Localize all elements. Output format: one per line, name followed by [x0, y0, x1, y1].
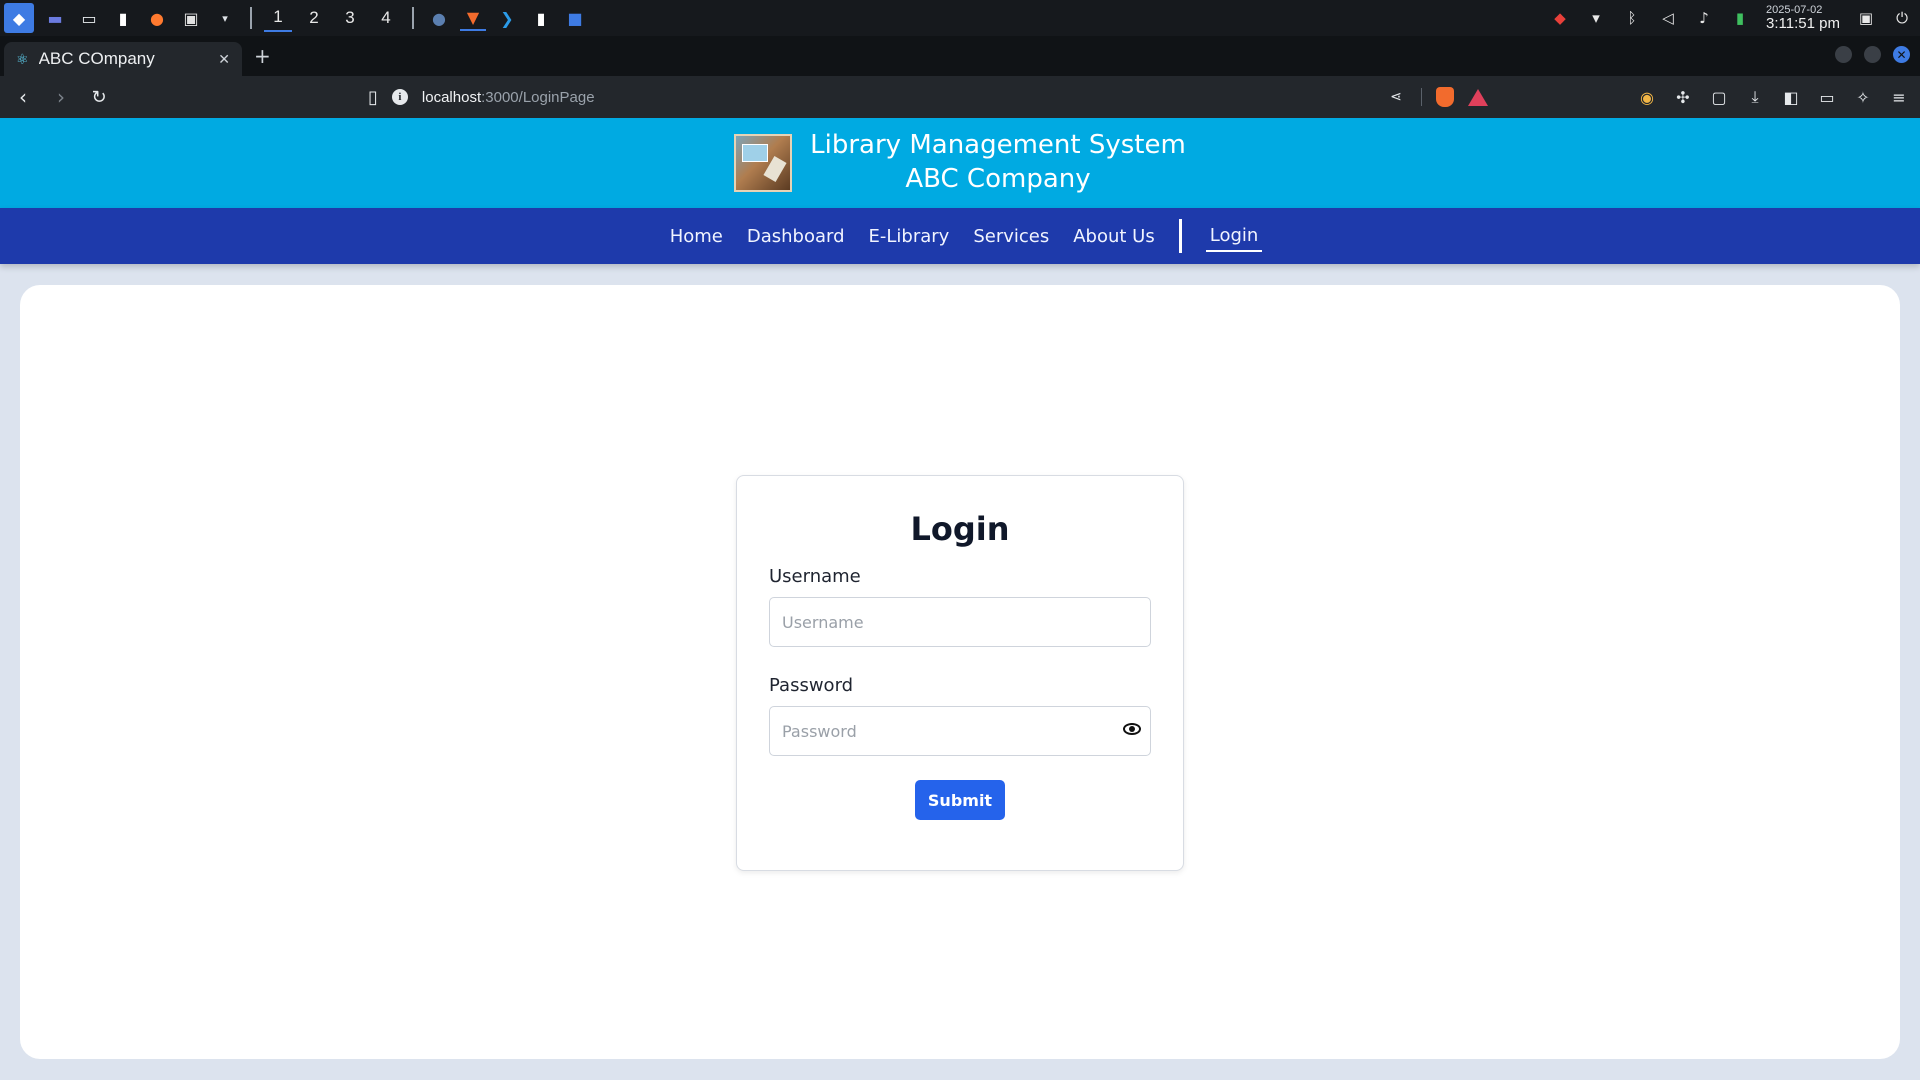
pdf-viewer-icon[interactable]: ▮ [528, 5, 554, 31]
vscode-icon[interactable]: ❯ [494, 5, 520, 31]
download-icon[interactable]: ⤓ [1744, 86, 1766, 108]
nav-e-library[interactable]: E-Library [857, 218, 962, 254]
workspace-1[interactable]: 1 [264, 4, 292, 32]
lock-icon[interactable]: ▣ [1856, 8, 1876, 28]
site-titles: Library Management System ABC Company [810, 129, 1186, 197]
firefox-icon[interactable]: ● [144, 5, 170, 31]
site-nav: Home Dashboard E-Library Services About … [0, 208, 1920, 264]
clock-time: 3:11:51 pm [1766, 14, 1840, 32]
panel-separator [250, 7, 252, 29]
document-viewer-icon[interactable]: ▮ [110, 5, 136, 31]
extension-icon[interactable]: ◉ [1636, 86, 1658, 108]
nav-about-us[interactable]: About Us [1061, 218, 1167, 254]
power-icon[interactable]: ⏻ [1892, 8, 1912, 28]
site-header: Library Management System ABC Company [0, 118, 1920, 208]
workspace-2[interactable]: 2 [300, 4, 328, 32]
app-circle-icon[interactable]: ● [426, 5, 452, 31]
main-content-card: Login Username Password Submit [20, 285, 1900, 1059]
brave-browser-icon[interactable]: ▼ [460, 5, 486, 31]
bookmark-icon[interactable]: ▯ [368, 87, 378, 108]
puzzle-icon[interactable]: ✣ [1672, 86, 1694, 108]
close-window-button[interactable]: ✕ [1893, 46, 1910, 63]
eye-icon[interactable] [1123, 723, 1141, 735]
browser-toolbar: ‹ › ↻ ▯ i localhost:3000/LoginPage ⋖ ◉ ✣… [0, 76, 1920, 118]
battery-icon[interactable]: ▮ [1730, 8, 1750, 28]
sidebar-icon[interactable]: ◧ [1780, 86, 1802, 108]
login-form: Login Username Password Submit [736, 475, 1184, 871]
site-subtitle: ABC Company [905, 164, 1091, 194]
files-icon[interactable]: ▭ [76, 5, 102, 31]
username-label: Username [769, 566, 861, 587]
address-bar-actions: ⋖ [1385, 82, 1488, 112]
volume-muted-icon[interactable]: ◁ [1658, 8, 1678, 28]
menu-icon[interactable]: ≡ [1888, 86, 1910, 108]
tab-title: ABC COmpany [38, 49, 155, 68]
minimize-button[interactable] [1835, 46, 1852, 63]
submit-button[interactable]: Submit [915, 780, 1005, 820]
divider [1421, 88, 1422, 106]
browser-tab-bar: ⚛ ABC COmpany ✕ + ✕ [0, 36, 1920, 76]
terminal-icon[interactable]: ▣ [178, 5, 204, 31]
username-field-wrapper [769, 597, 1151, 647]
nav-dashboard[interactable]: Dashboard [735, 218, 857, 254]
workspace-4[interactable]: 4 [372, 4, 400, 32]
nav-home[interactable]: Home [658, 218, 735, 254]
login-heading: Login [910, 510, 1010, 548]
chevron-down-icon[interactable]: ▾ [212, 5, 238, 31]
web-page: Library Management System ABC Company Ho… [0, 118, 1920, 1080]
brave-rewards-icon[interactable] [1468, 88, 1488, 106]
browser-tab[interactable]: ⚛ ABC COmpany ✕ [4, 42, 242, 76]
submit-wrapper: Submit [769, 780, 1151, 820]
site-title: Library Management System [810, 130, 1186, 161]
clock-date: 2025-07-02 [1766, 3, 1823, 16]
reload-button[interactable]: ↻ [84, 82, 114, 112]
bell-icon[interactable]: ♪ [1694, 8, 1714, 28]
password-label: Password [769, 675, 854, 696]
clock[interactable]: 2025-07-02 3:11:51 pm [1766, 4, 1840, 33]
address-bar[interactable]: ▯ i localhost:3000/LoginPage [368, 82, 595, 112]
site-info-icon[interactable]: i [391, 89, 408, 105]
brave-shields-icon[interactable] [1436, 87, 1454, 107]
app-menu-icon[interactable]: ◆ [4, 3, 34, 33]
wallet-icon[interactable]: ▭ [1816, 86, 1838, 108]
os-launcher-area: ◆ ▬ ▭ ▮ ● ▣ ▾ 1 2 3 4 ● ▼ ❯ ▮ ■ [0, 0, 588, 36]
panel-separator [412, 7, 414, 29]
anydesk-icon[interactable]: ◆ [1550, 8, 1570, 28]
nav-services[interactable]: Services [961, 218, 1061, 254]
share-icon[interactable]: ⋖ [1385, 86, 1407, 108]
screenshot-icon[interactable]: ▢ [1708, 86, 1730, 108]
app-window-icon[interactable]: ■ [562, 5, 588, 31]
password-field-wrapper [769, 706, 1151, 756]
desktop-icon[interactable]: ▬ [42, 5, 68, 31]
wifi-icon[interactable]: ▾ [1586, 8, 1606, 28]
workspace-3[interactable]: 3 [336, 4, 364, 32]
eye-pupil [1129, 726, 1135, 732]
close-icon[interactable]: ✕ [218, 51, 230, 68]
maximize-button[interactable] [1864, 46, 1881, 63]
nav-divider [1178, 219, 1182, 253]
site-logo [734, 134, 793, 192]
nav-login[interactable]: Login [1205, 220, 1263, 252]
new-tab-button[interactable]: + [254, 44, 271, 68]
forward-button[interactable]: › [46, 82, 76, 112]
window-controls: ✕ [1835, 46, 1910, 63]
toolbar-right-icons: ◉ ✣ ▢ ⤓ ◧ ▭ ✧ ≡ [1636, 82, 1910, 112]
url-text[interactable]: localhost:3000/LoginPage [422, 89, 595, 106]
password-input[interactable] [769, 706, 1151, 756]
os-top-panel: ◆ ▬ ▭ ▮ ● ▣ ▾ 1 2 3 4 ● ▼ ❯ ▮ ■ ◆ ▾ ᛒ ◁ … [0, 0, 1920, 36]
system-tray: ◆ ▾ ᛒ ◁ ♪ ▮ 2025-07-02 3:11:51 pm ▣ ⏻ [1550, 0, 1912, 36]
leo-ai-icon[interactable]: ✧ [1852, 86, 1874, 108]
back-button[interactable]: ‹ [8, 82, 38, 112]
react-favicon-icon: ⚛ [16, 50, 29, 67]
username-input[interactable] [769, 597, 1151, 647]
bluetooth-icon[interactable]: ᛒ [1622, 8, 1642, 28]
